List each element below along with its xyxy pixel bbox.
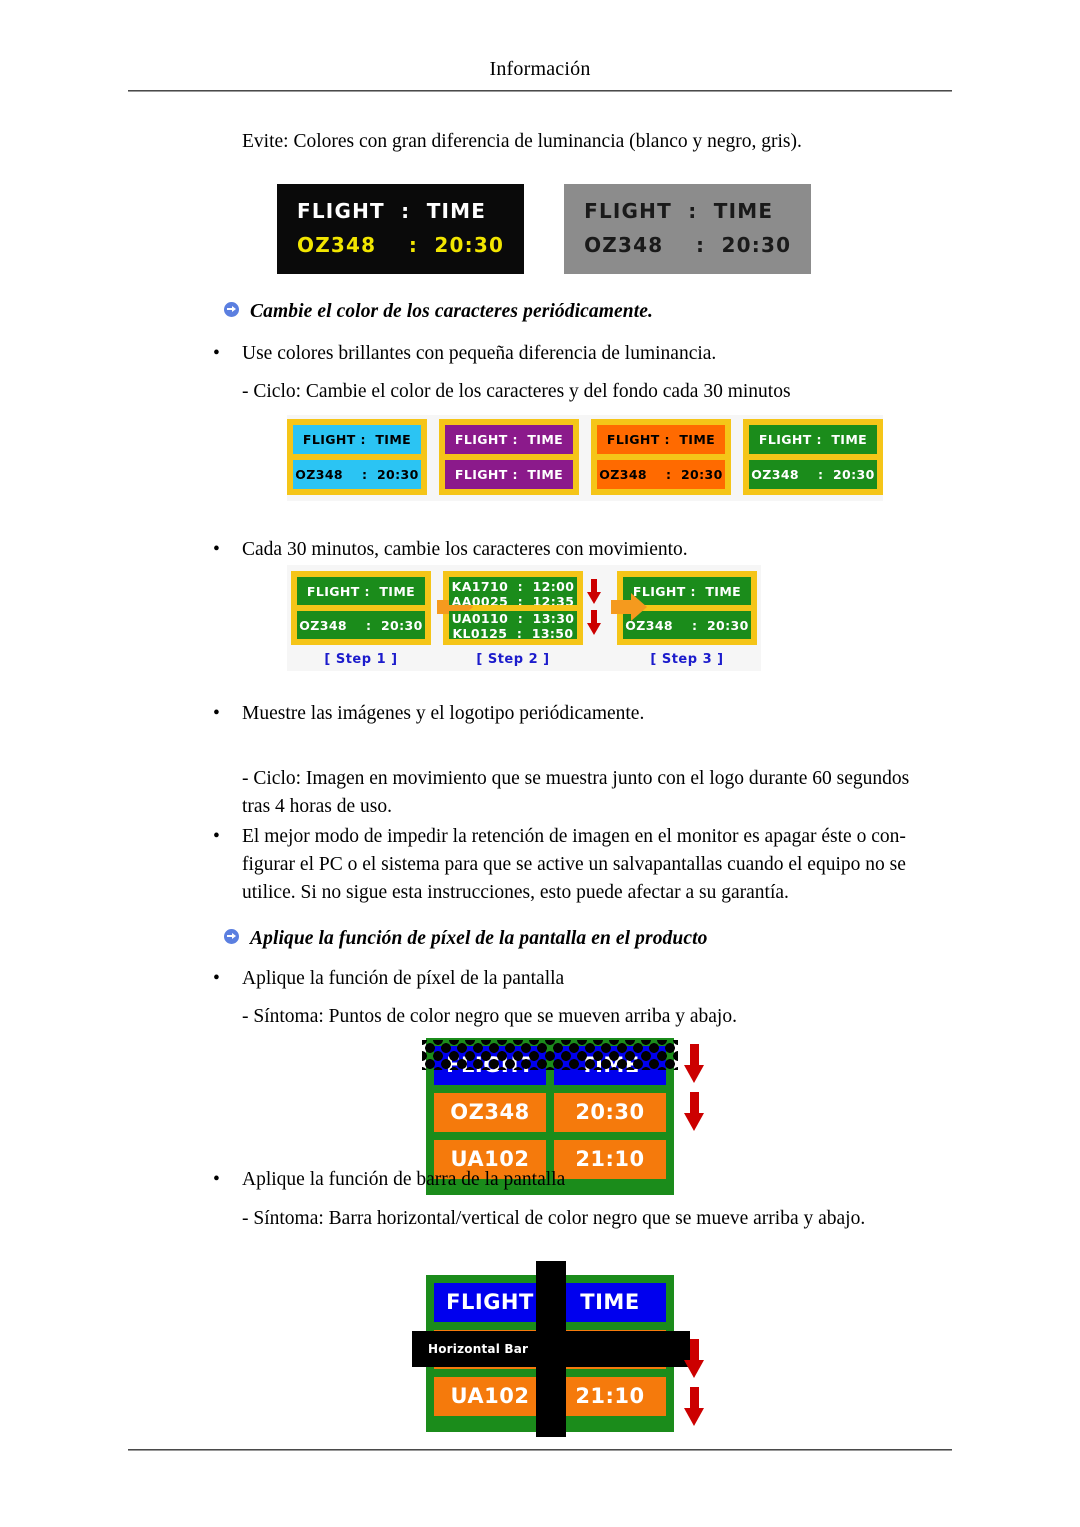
red-down-arrows-bar xyxy=(684,1339,704,1435)
step-1: FLIGHT : TIME OZ348 : 20:30 [ Step 1 ] xyxy=(291,571,431,667)
bullet-marker: • xyxy=(213,1169,220,1190)
step-2-cell1-line2: AA0025 : 12:35 xyxy=(451,594,575,605)
section-heading-pixel-function: Aplique la función de píxel de la pantal… xyxy=(224,925,944,953)
header-divider xyxy=(128,90,952,92)
pixel-row2-time: 20:30 xyxy=(554,1093,666,1132)
bullet-bright-colors: • Use colores brillantes con pequeña dif… xyxy=(213,340,943,368)
orange-tile-line2: OZ348 : 20:30 xyxy=(597,460,725,489)
cyan-tile: FLIGHT : TIME OZ348 : 20:30 xyxy=(287,419,427,495)
bullet-bar-function: • Aplique la función de barra de la pant… xyxy=(213,1166,943,1194)
green-tile-line2: OZ348 : 20:30 xyxy=(749,460,877,489)
figure-color-tiles: FLIGHT : TIME OZ348 : 20:30 FLIGHT : TIM… xyxy=(287,415,883,501)
cyan-tile-line2: OZ348 : 20:30 xyxy=(293,460,421,489)
cycle-color-text: - Ciclo: Cambie el color de los caracter… xyxy=(242,381,791,402)
bullet-marker: • xyxy=(213,826,220,847)
pixel-header-time: TIME xyxy=(554,1046,666,1085)
symptom-pixel-text: - Síntoma: Puntos de color negro que se … xyxy=(242,1006,737,1027)
arrow-bullet-icon xyxy=(224,929,239,944)
step-1-line1: FLIGHT : TIME xyxy=(297,577,425,605)
black-panel-line2: OZ348 : 20:30 xyxy=(297,233,505,257)
step-2-cell2: UA0110 : 13:30 KL0125 : 13:50 xyxy=(449,611,577,639)
cycle-logo-line2: tras 4 horas de uso. xyxy=(242,796,393,817)
section-heading-label: Cambie el color de los caracteres periód… xyxy=(250,301,653,322)
symptom-bar-text: - Síntoma: Barra horizontal/vertical de … xyxy=(242,1208,866,1229)
green-tile: FLIGHT : TIME OZ348 : 20:30 xyxy=(743,419,883,495)
gray-panel-line1: FLIGHT : TIME xyxy=(584,199,774,223)
bullet-marker: • xyxy=(213,703,220,724)
step-3-label: [ Step 3 ] xyxy=(650,652,724,667)
bullet-move-characters: • Cada 30 minutos, cambie los caracteres… xyxy=(213,536,943,564)
step-2-label: [ Step 2 ] xyxy=(476,652,550,667)
step-1-line2: OZ348 : 20:30 xyxy=(297,611,425,639)
orange-tile: FLIGHT : TIME OZ348 : 20:30 xyxy=(591,419,731,495)
figure-steps: FLIGHT : TIME OZ348 : 20:30 [ Step 1 ] K… xyxy=(287,565,761,671)
document-page: Información Evite: Colores con gran dife… xyxy=(0,0,1080,1527)
purple-tile-line1: FLIGHT : TIME xyxy=(445,425,573,454)
green-tile-line1: FLIGHT : TIME xyxy=(749,425,877,454)
arrow-bullet-icon xyxy=(224,302,239,317)
footer-divider xyxy=(128,1449,952,1451)
bullet-show-images: • Muestre las imágenes y el logotipo per… xyxy=(213,700,943,728)
bullet-pixel-function: • Aplique la función de píxel de la pant… xyxy=(213,965,943,993)
bullet-pixel-function-text: Aplique la función de píxel de la pantal… xyxy=(242,968,565,989)
bullet-marker: • xyxy=(213,343,220,364)
step-2-cell2-line1: UA0110 : 13:30 xyxy=(451,611,575,626)
bar-header-flight: FLIGHT xyxy=(434,1283,546,1322)
step-1-label: [ Step 1 ] xyxy=(324,652,398,667)
bullet-marker: • xyxy=(213,968,220,989)
step-2: KA1710 : 12:00 AA0025 : 12:35 UA0110 : 1… xyxy=(443,571,583,667)
pixel-header-flight: FLIGHT xyxy=(434,1046,546,1085)
bullet-move-characters-text: Cada 30 minutos, cambie los caracteres c… xyxy=(242,539,688,560)
bullet-prevent-retention-line1: El mejor modo de impedir la retención de… xyxy=(242,826,906,847)
bullet-prevent-retention-line3: utilice. Si no sigue esta instrucciones,… xyxy=(242,882,789,903)
bar-panel: FLIGHT TIME OZ348 20:30 UA102 21:10 Hori… xyxy=(412,1261,690,1437)
black-panel: FLIGHT : TIME OZ348 : 20:30 xyxy=(277,184,525,274)
purple-tile: FLIGHT : TIME FLIGHT : TIME xyxy=(439,419,579,495)
step-1-tile: FLIGHT : TIME OZ348 : 20:30 xyxy=(291,571,431,645)
black-panel-line1: FLIGHT : TIME xyxy=(297,199,487,223)
orange-tile-line1: FLIGHT : TIME xyxy=(597,425,725,454)
gray-panel: FLIGHT : TIME OZ348 : 20:30 xyxy=(564,184,812,274)
step-2-cell2-line2: KL0125 : 13:50 xyxy=(452,626,574,639)
intro-text: Evite: Colores con gran diferencia de lu… xyxy=(242,131,802,152)
cyan-tile-line1: FLIGHT : TIME xyxy=(293,425,421,454)
pixel-row2-flight: OZ348 xyxy=(434,1093,546,1132)
bar-header-time: TIME xyxy=(554,1283,666,1322)
figure-bar-panel: FLIGHT TIME OZ348 20:30 UA102 21:10 Hori… xyxy=(412,1245,704,1437)
horizontal-bar-overlay: Horizontal Bar xyxy=(412,1331,690,1367)
bar-row3-flight: UA102 xyxy=(434,1377,546,1416)
bullet-bar-function-text: Aplique la función de barra de la pantal… xyxy=(242,1169,566,1190)
red-down-arrows-steps xyxy=(587,579,601,641)
red-down-arrows-pixel xyxy=(684,1044,704,1140)
step-2-cell1: KA1710 : 12:00 AA0025 : 12:35 xyxy=(449,577,577,605)
bullet-show-images-text: Muestre las imágenes y el logotipo perió… xyxy=(242,703,645,724)
gray-panel-line2: OZ348 : 20:30 xyxy=(584,233,792,257)
bullet-marker: • xyxy=(213,539,220,560)
bullet-prevent-retention: • El mejor modo de impedir la retención … xyxy=(213,823,943,851)
purple-tile-line2: FLIGHT : TIME xyxy=(445,460,573,489)
section-heading-color-change: Cambie el color de los caracteres periód… xyxy=(224,298,944,326)
figure-contrast: FLIGHT : TIME OZ348 : 20:30 FLIGHT : TIM… xyxy=(277,184,812,274)
section-heading-pixel-label: Aplique la función de píxel de la pantal… xyxy=(250,928,708,949)
bullet-bright-colors-text: Use colores brillantes con pequeña difer… xyxy=(242,343,717,364)
bullet-prevent-retention-line2: figurar el PC o el sistema para que se a… xyxy=(242,854,906,875)
bar-row3-time: 21:10 xyxy=(554,1377,666,1416)
step-2-cell1-line1: KA1710 : 12:00 xyxy=(451,579,575,594)
page-title: Información xyxy=(489,58,591,80)
cycle-logo-line1: - Ciclo: Imagen en movimiento que se mue… xyxy=(242,768,910,789)
